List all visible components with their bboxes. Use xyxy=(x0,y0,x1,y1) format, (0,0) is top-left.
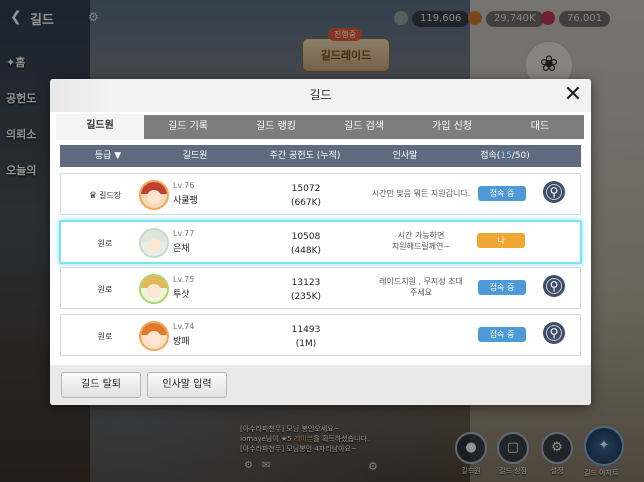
member-greeting: 시간만 맞음 뭐든 지원갑니다. xyxy=(371,189,471,198)
tab-invite[interactable]: 대드 xyxy=(496,115,584,139)
member-table-header: 등급 ▼ 길드원 주간 공헌도 (누적) 인사말 접속(15/50) xyxy=(60,145,581,167)
grade-sort-header[interactable]: 등급 ▼ xyxy=(78,145,138,167)
member-row-self[interactable]: 원로 Lv.77 은채 10508 (448K) 시간 가능하면 지원해드릴께연~ … xyxy=(59,220,582,264)
member-name: 사쿨팽 xyxy=(173,196,198,206)
member-row[interactable]: 원로 Lv.74 방패 11493 (1M) 접속 중 ⚲ xyxy=(60,314,581,356)
member-grade: 원로 xyxy=(97,239,113,248)
tab-ranking[interactable]: 길드 랭킹 xyxy=(232,115,320,139)
member-info-button[interactable]: ⚲ xyxy=(543,275,565,297)
member-level: Lv.76 xyxy=(173,181,195,190)
member-grade: ♛ 길드장 xyxy=(88,191,122,201)
avatar[interactable] xyxy=(139,274,169,304)
magnifier-icon: ⚲ xyxy=(549,326,559,340)
member-contribution: 10508 (448K) xyxy=(290,232,322,256)
self-status-badge: 나 xyxy=(477,233,525,248)
member-contribution: 11493 (1M) xyxy=(291,325,321,349)
member-grade: 원로 xyxy=(97,285,113,294)
online-status-badge: 접속 중 xyxy=(478,186,526,201)
member-contribution: 13123 (235K) xyxy=(290,278,322,302)
modal-footer: 길드 탈퇴 인사말 입력 xyxy=(50,365,591,405)
leave-guild-button[interactable]: 길드 탈퇴 xyxy=(61,372,141,398)
modal-title: 길드 xyxy=(309,88,332,102)
member-grade: 원로 xyxy=(97,332,113,341)
magnifier-icon: ⚲ xyxy=(549,279,559,293)
magnifier-icon: ⚲ xyxy=(549,185,559,199)
member-level: Lv.77 xyxy=(173,229,195,238)
member-level: Lv.75 xyxy=(173,275,195,284)
greeting-column-header: 인사말 xyxy=(392,151,418,161)
member-row[interactable]: 원로 Lv.75 투샷 13123 (235K) 레이드지원 , 무지성 초대 주세… xyxy=(60,267,581,309)
member-name: 투샷 xyxy=(173,290,190,300)
crown-icon: ♛ xyxy=(88,191,97,201)
tab-search[interactable]: 길드 검색 xyxy=(320,115,408,139)
member-info-button[interactable]: ⚲ xyxy=(543,322,565,344)
avatar[interactable] xyxy=(139,321,169,351)
contribution-column-header: 주간 공헌도 (누적) xyxy=(269,151,341,161)
online-count: 15 xyxy=(500,151,512,161)
modal-header: 길드 ✕ xyxy=(50,79,591,112)
online-column-header: 접속(15/50) xyxy=(480,151,530,161)
close-icon[interactable]: ✕ xyxy=(561,83,585,107)
tab-records[interactable]: 길드 기록 xyxy=(144,115,232,139)
member-column-header: 길드원 xyxy=(182,151,208,161)
member-info-button[interactable]: ⚲ xyxy=(543,181,565,203)
avatar[interactable] xyxy=(139,228,169,258)
online-status-badge: 접속 중 xyxy=(478,327,526,342)
online-status-badge: 접속 중 xyxy=(478,280,526,295)
tab-applications[interactable]: 가입 신청 xyxy=(408,115,496,139)
member-contribution: 15072 (667K) xyxy=(290,184,322,208)
tab-members[interactable]: 길드원 xyxy=(56,114,144,140)
member-row[interactable]: ♛ 길드장 Lv.76 사쿨팽 15072 (667K) 시간만 맞음 뭐든 지원갑… xyxy=(60,173,581,215)
member-name: 은채 xyxy=(173,244,190,254)
tab-bar: 길드원 길드 기록 길드 랭킹 길드 검색 가입 신청 대드 xyxy=(56,114,584,140)
enter-greeting-button[interactable]: 인사말 입력 xyxy=(147,372,227,398)
member-name: 방패 xyxy=(173,337,190,347)
avatar[interactable] xyxy=(139,180,169,210)
member-level: Lv.74 xyxy=(173,322,195,331)
guild-modal: 길드 ✕ 길드원 길드 기록 길드 랭킹 길드 검색 가입 신청 대드 등급 ▼… xyxy=(50,79,591,405)
member-greeting: 시간 가능하면 지원해드릴께연~ xyxy=(391,231,451,251)
member-greeting: 레이드지원 , 무지성 초대 주세요 xyxy=(379,277,463,297)
